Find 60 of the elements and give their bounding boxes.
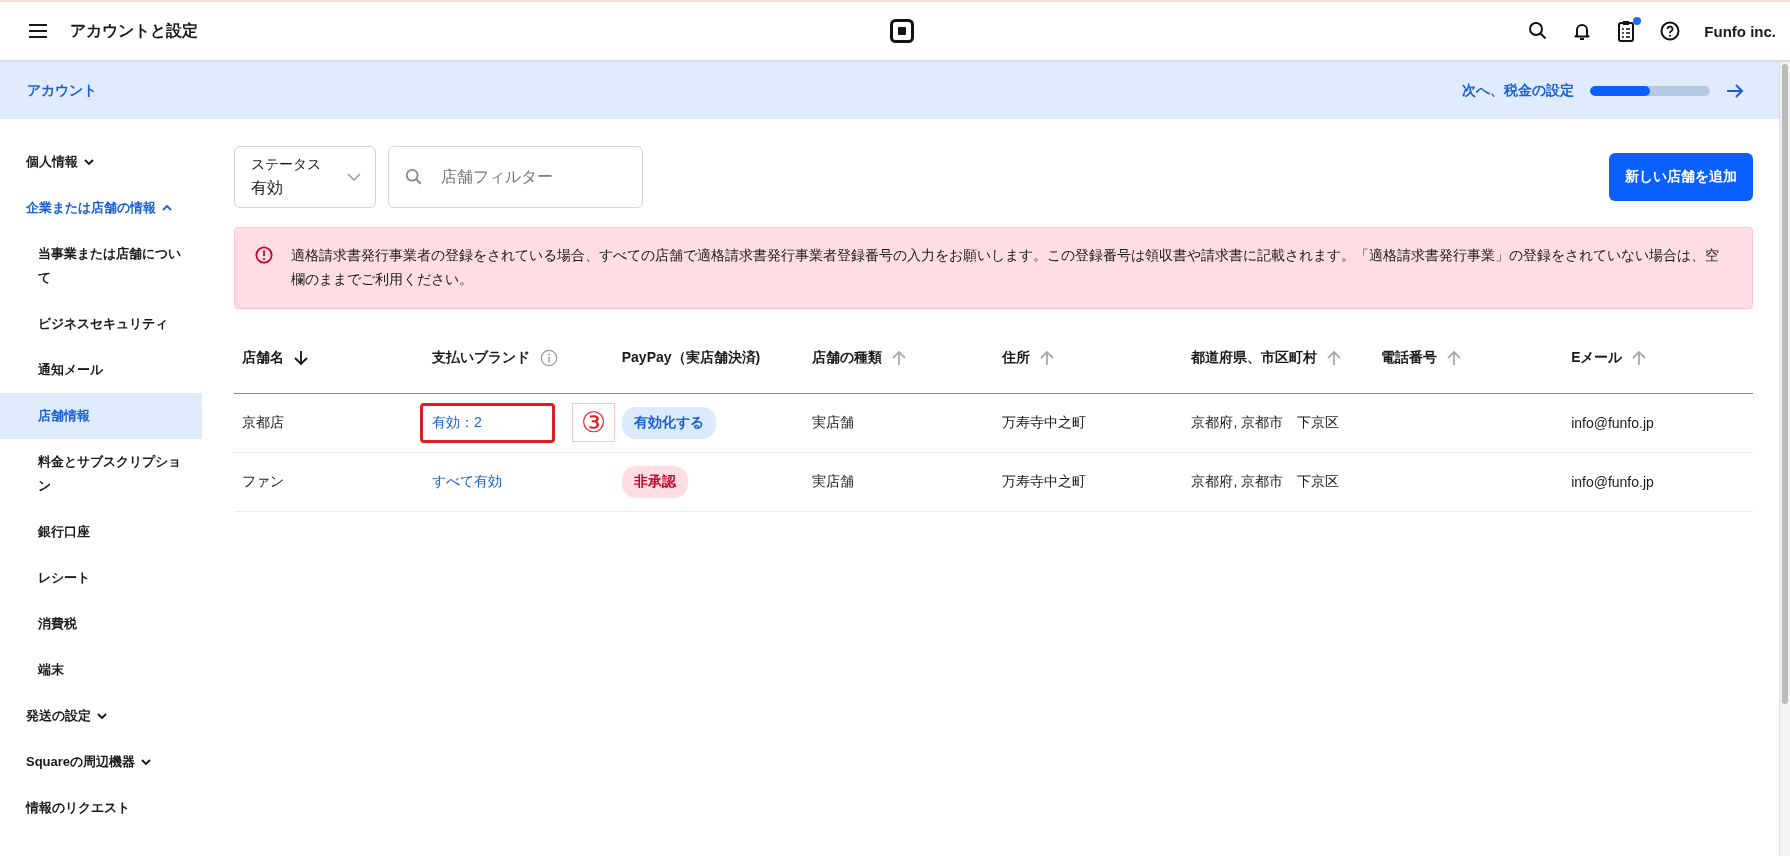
account-name[interactable]: Funfo inc. (1704, 22, 1776, 40)
sidebar-subitem[interactable]: 通知メール (0, 347, 202, 393)
chevron-down-icon[interactable] (97, 712, 107, 720)
section-link[interactable]: アカウント (27, 81, 97, 100)
table-cell: info@funfo.jp (1571, 415, 1654, 431)
info-icon[interactable] (539, 349, 558, 367)
menu-icon[interactable] (28, 23, 48, 39)
help-icon[interactable] (1660, 21, 1681, 41)
column-header[interactable]: 店舗の種類 (811, 349, 882, 367)
sidebar-subitem[interactable]: 端末 (0, 647, 202, 693)
column-header: PayPay（実店舗決済) (621, 349, 761, 367)
chevron-up-icon[interactable] (162, 204, 172, 212)
sidebar-subitem[interactable]: レシート (0, 555, 202, 601)
warning-icon (255, 246, 273, 264)
sidebar-subitem[interactable]: 消費税 (0, 601, 202, 647)
annotation-number: ③ (571, 403, 615, 442)
payment-brands-link[interactable]: すべて有効 (419, 465, 514, 499)
table-cell: 実店舗 (811, 473, 854, 491)
table-cell: ファン (242, 473, 284, 491)
sidebar-subitem[interactable]: 当事業または店舗について (0, 231, 202, 301)
scrollbar[interactable] (1779, 62, 1790, 856)
store-filter-field[interactable]: 店舗フィルター (388, 146, 643, 208)
sidebar-subitem[interactable]: 店舗情報 (0, 393, 202, 439)
sidebar-item[interactable]: 情報のリクエスト (26, 796, 130, 820)
table-cell: 実店舗 (811, 414, 854, 432)
column-header[interactable]: 店舗名 (242, 349, 284, 367)
page-title: アカウントと設定 (70, 20, 198, 41)
search-icon[interactable] (1528, 21, 1549, 41)
table-cell: 京都府, 京都市 下京区 (1191, 414, 1340, 432)
next-step-link[interactable]: 次へ、税金の設定 (1462, 81, 1574, 100)
sidebar-subitem[interactable]: 銀行口座 (0, 509, 202, 555)
bell-icon[interactable] (1572, 21, 1593, 41)
sidebar-subitem[interactable]: ビジネスセキュリティ (0, 301, 202, 347)
table-cell: 京都店 (242, 414, 284, 432)
chevron-down-icon[interactable] (141, 758, 152, 766)
sidebar-subitem[interactable]: 料金とサブスクリプション (0, 439, 202, 509)
search-icon (405, 168, 423, 186)
arrow-right-icon[interactable] (1726, 82, 1744, 99)
table-cell: 万寿寺中之町 (1001, 414, 1086, 432)
sidebar-item[interactable]: 個人情報 (26, 150, 78, 174)
sidebar-item[interactable]: 発送の設定 (26, 704, 91, 728)
add-store-button[interactable]: 新しい店舗を追加 (1609, 153, 1753, 201)
payment-brands-link[interactable]: 有効：2 (419, 403, 555, 443)
sidebar-item[interactable]: Squareの周辺機器 (26, 750, 136, 774)
table-cell: info@funfo.jp (1571, 474, 1654, 490)
column-header[interactable]: 電話番号 (1381, 349, 1438, 367)
column-header[interactable]: 住所 (1001, 349, 1030, 367)
status-badge[interactable]: 有効化する (621, 407, 716, 439)
status-dropdown[interactable]: ステータス 有効 (234, 146, 376, 208)
alert-message: 適格請求書発行事業者の登録をされている場合、すべての店舗で適格請求書発行事業者登録番号の入力をお願いします。この登録番号は領収書や請求書に記載されます。「適格請求書発行事業」の登録をされていない場合は、空欄のままでご利用ください。 (291, 247, 1720, 289)
square-logo-icon[interactable] (890, 19, 914, 43)
chevron-down-icon[interactable] (84, 158, 94, 166)
column-header[interactable]: Eメール (1571, 349, 1623, 367)
sidebar-item[interactable]: 企業または店舗の情報 (26, 196, 156, 220)
status-badge: 非承認 (621, 466, 688, 498)
column-header[interactable]: 都道府県、市区町村 (1191, 349, 1318, 367)
table-cell: 京都府, 京都市 下京区 (1191, 473, 1340, 491)
column-header: 支払いブランド (431, 349, 530, 367)
table-cell: 万寿寺中之町 (1001, 473, 1086, 491)
arrow-down-icon[interactable] (294, 350, 308, 366)
